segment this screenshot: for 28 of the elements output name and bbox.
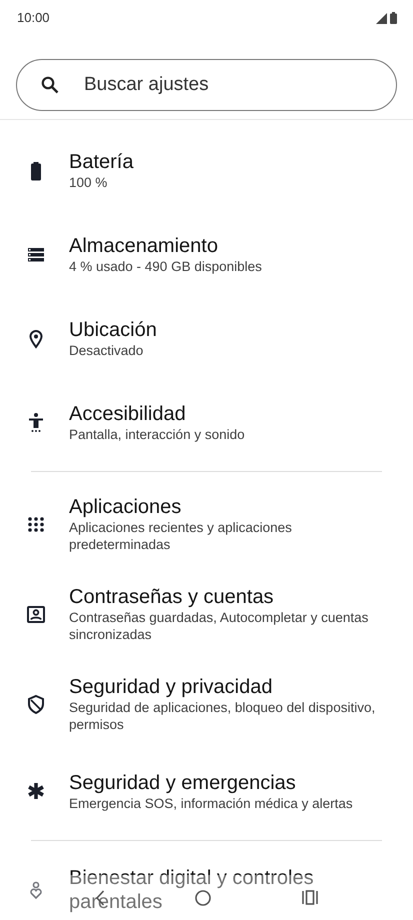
setting-title[interactable]: Seguridad y privacidad <box>69 675 389 699</box>
recents-icon[interactable] <box>302 890 318 905</box>
battery-icon <box>390 12 397 24</box>
setting-title[interactable]: Ubicación <box>69 318 157 342</box>
status-time: 10:00 <box>17 9 50 28</box>
setting-subtitle: Pantalla, interacción y sonido <box>69 426 245 442</box>
setting-title[interactable]: Accesibilidad <box>69 402 245 426</box>
shield-icon <box>26 694 46 714</box>
setting-subtitle: Seguridad de aplicaciones, bloqueo del dispositivo, permisos <box>69 699 376 733</box>
search-field[interactable]: Buscar ajustes <box>16 59 397 111</box>
signal-icon <box>376 12 387 24</box>
setting-title[interactable]: Aplicaciones <box>69 495 389 519</box>
asterisk-icon <box>26 780 46 802</box>
setting-title[interactable]: Batería <box>69 150 134 174</box>
setting-title[interactable]: Contraseñas y cuentas <box>69 585 389 609</box>
home-icon[interactable] <box>195 890 212 906</box>
setting-subtitle: Contraseñas guardadas, Autocompletar y cuentas sincronizadas <box>69 609 370 643</box>
setting-subtitle: Desactivado <box>69 342 144 358</box>
setting-title[interactable]: Almacenamiento <box>69 234 262 258</box>
setting-subtitle: Aplicaciones recientes y aplicaciones predeterminadas <box>69 519 293 553</box>
search-icon <box>41 76 59 94</box>
setting-subtitle: 100 % <box>69 174 108 190</box>
setting-subtitle: Emergencia SOS, información médica y alertas <box>69 794 353 812</box>
setting-title[interactable]: Seguridad y emergencias <box>69 770 353 794</box>
setting-subtitle: 4 % usado - 490 GB disponibles <box>69 258 262 274</box>
account-box-icon <box>26 604 46 624</box>
accessibility-icon <box>26 412 46 432</box>
setting-title[interactable]: Bienestar digital y controles parentales <box>69 866 389 914</box>
